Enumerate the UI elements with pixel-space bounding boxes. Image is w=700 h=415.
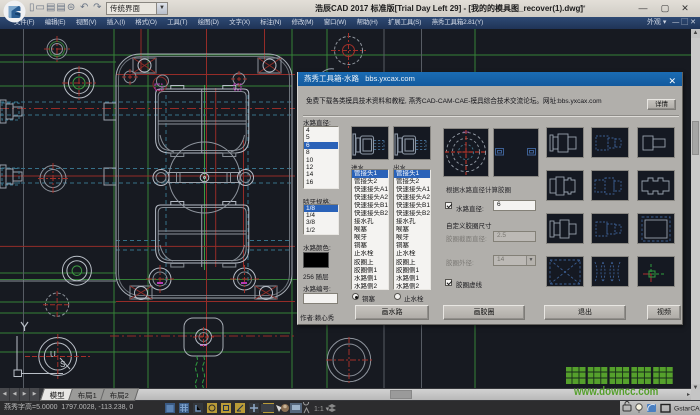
svg-text:S: S — [60, 360, 65, 369]
svg-text:U: U — [50, 350, 56, 359]
svg-text:1:1 ▾: 1:1 ▾ — [314, 406, 330, 413]
svg-text:GstarCAD: GstarCAD — [674, 406, 700, 413]
